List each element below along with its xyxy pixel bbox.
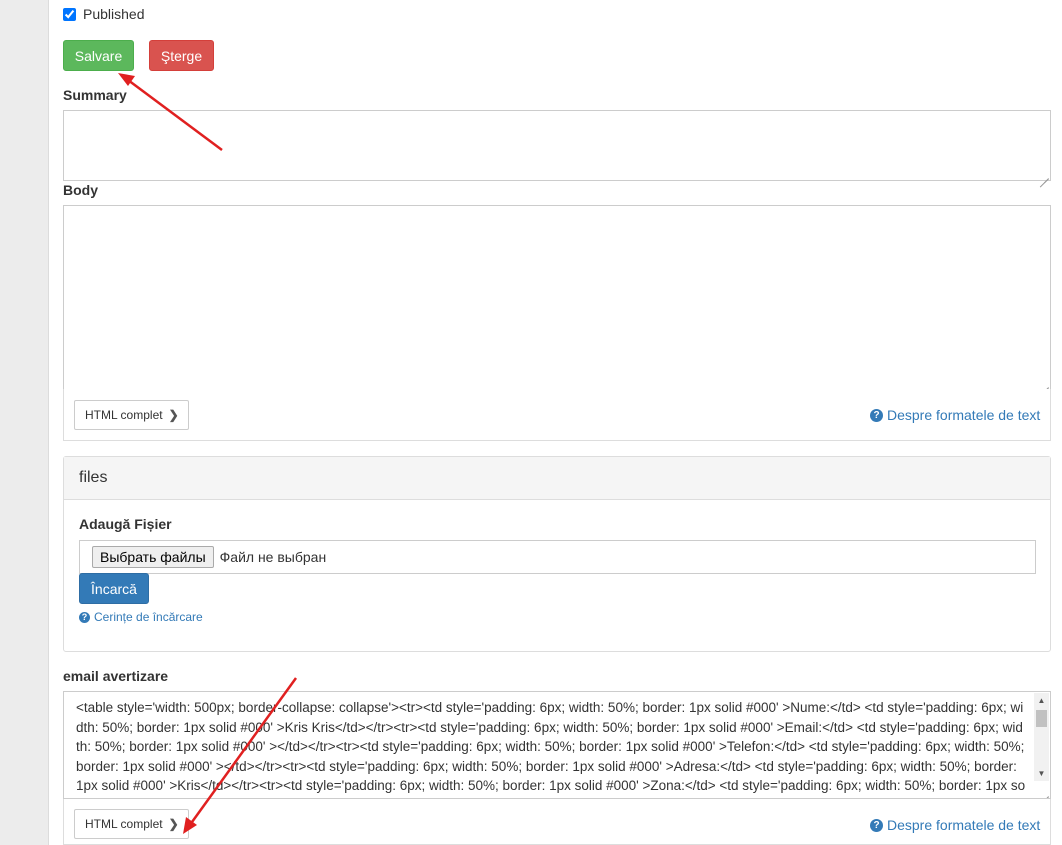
chevron-down-icon: ❯: [168, 408, 179, 422]
body-format-value: HTML complet: [85, 408, 163, 422]
resize-handle-icon[interactable]: [1039, 169, 1049, 179]
scroll-up-icon[interactable]: ▲: [1034, 693, 1049, 708]
email-format-select[interactable]: HTML complet ❯: [74, 809, 189, 839]
body-format-help-link[interactable]: ? Despre formatele de text: [870, 407, 1040, 423]
chevron-down-icon: ❯: [168, 817, 179, 831]
body-format-select[interactable]: HTML complet ❯: [74, 400, 189, 430]
upload-button[interactable]: Încarcă: [79, 573, 149, 604]
left-gutter: [0, 0, 49, 845]
body-textarea[interactable]: [63, 205, 1051, 390]
scroll-down-icon[interactable]: ▼: [1034, 766, 1049, 781]
upload-requirements-link[interactable]: ? Cerințe de încărcare: [79, 610, 203, 624]
published-checkbox-row[interactable]: Published: [63, 6, 145, 22]
files-panel: files Adaugă Fișier Выбрать файлы Файл н…: [63, 456, 1051, 652]
body-format-help-text: Despre formatele de text: [887, 407, 1041, 423]
email-textarea[interactable]: <table style='width: 500px; border-colla…: [63, 691, 1051, 799]
email-label: email avertizare: [63, 668, 169, 684]
files-panel-title: files: [64, 457, 1050, 500]
file-status: Файл не выбран: [219, 549, 327, 565]
save-button[interactable]: Salvare: [63, 40, 134, 71]
question-circle-icon: ?: [870, 408, 883, 422]
published-checkbox[interactable]: [63, 7, 76, 21]
published-label: Published: [83, 6, 145, 22]
email-scrollbar[interactable]: ▲ ▼: [1034, 693, 1049, 781]
scroll-thumb[interactable]: [1036, 710, 1047, 727]
summary-label: Summary: [63, 87, 127, 103]
summary-textarea[interactable]: [63, 110, 1051, 181]
delete-button[interactable]: Şterge: [149, 40, 214, 71]
email-format-help-text: Despre formatele de text: [887, 817, 1041, 833]
choose-files-button[interactable]: Выбрать файлы: [92, 546, 214, 568]
question-circle-icon: ?: [870, 818, 883, 832]
file-input[interactable]: Выбрать файлы Файл не выбран: [79, 540, 1036, 574]
question-circle-icon: ?: [79, 611, 90, 623]
upload-requirements-text: Cerințe de încărcare: [94, 610, 203, 624]
body-label: Body: [63, 182, 98, 198]
resize-handle-icon[interactable]: [1039, 787, 1049, 797]
email-textarea-content: <table style='width: 500px; border-colla…: [76, 700, 1026, 798]
email-format-help-link[interactable]: ? Despre formatele de text: [870, 817, 1040, 833]
add-file-label: Adaugă Fișier: [79, 516, 172, 532]
email-format-value: HTML complet: [85, 817, 163, 831]
resize-handle-icon[interactable]: [1039, 378, 1049, 388]
